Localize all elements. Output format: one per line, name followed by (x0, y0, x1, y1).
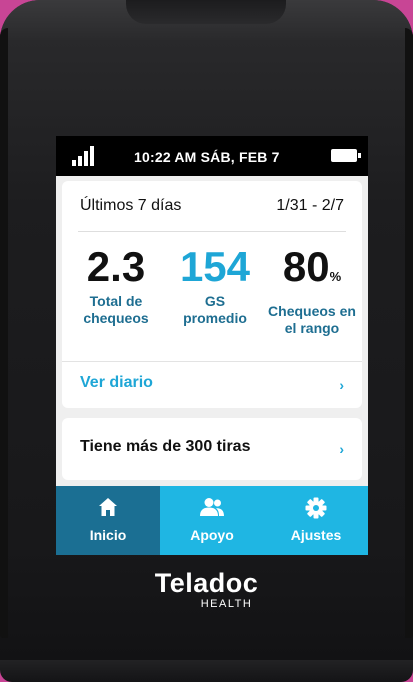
stat-label: GS promedio (183, 293, 247, 326)
stat-label: Chequeos en el rango (268, 303, 356, 336)
date-range-label: 1/31 - 2/7 (276, 197, 344, 214)
brand-name: Teladoc (154, 568, 259, 598)
view-diary-link[interactable]: Ver diario (80, 374, 153, 392)
device-side-right (405, 28, 413, 638)
strips-message: Tiene más de 300 tiras (80, 438, 251, 455)
tab-label: Apoyo (190, 527, 234, 543)
device-notch (126, 0, 286, 24)
strips-card[interactable]: Tiene más de 300 tiras › (62, 418, 362, 480)
stat-total-checks: 2.3 Total de chequeos (76, 243, 156, 327)
device-bottom-edge (0, 660, 413, 682)
tab-apoyo[interactable]: Apoyo (160, 486, 264, 555)
glucose-meter-device: 10:22 AM SÁB, FEB 7 Últimos 7 días 1/31 … (0, 0, 413, 682)
status-bar: 10:22 AM SÁB, FEB 7 (56, 136, 368, 176)
battery-icon (331, 149, 361, 162)
tab-label: Inicio (89, 527, 127, 543)
stat-label: Total de chequeos (83, 293, 149, 326)
period-label: Últimos 7 días (80, 197, 182, 214)
signal-icon (72, 146, 98, 166)
device-side-left (0, 28, 8, 638)
chevron-right-icon: › (339, 441, 344, 457)
tab-label: Ajustes (290, 527, 342, 543)
divider (78, 231, 346, 232)
divider (62, 361, 362, 362)
gear-icon (264, 497, 368, 521)
tab-ajustes[interactable]: Ajustes (264, 486, 368, 555)
people-icon (160, 497, 264, 521)
summary-card: Últimos 7 días 1/31 - 2/7 2.3 Total de c… (62, 181, 362, 408)
device-screen: 10:22 AM SÁB, FEB 7 Últimos 7 días 1/31 … (56, 136, 368, 555)
brand-logo: Teladoc HEALTH (0, 568, 413, 610)
stat-value: 2.3 (86, 243, 146, 290)
stat-value: 154 (179, 243, 251, 290)
stat-value: 80% (282, 243, 342, 290)
status-time-date: 10:22 AM SÁB, FEB 7 (134, 149, 280, 165)
home-icon (56, 497, 160, 521)
tab-inicio[interactable]: Inicio (56, 486, 160, 555)
brand-subtitle: HEALTH (200, 598, 253, 610)
stat-unit: % (329, 269, 342, 284)
stat-average-glucose: 154 GS promedio (172, 243, 258, 327)
stat-checks-in-range: 80% Chequeos en el rango (262, 243, 362, 337)
tab-bar: Inicio Apoyo Ajustes (56, 486, 368, 555)
chevron-right-icon[interactable]: › (339, 377, 344, 393)
